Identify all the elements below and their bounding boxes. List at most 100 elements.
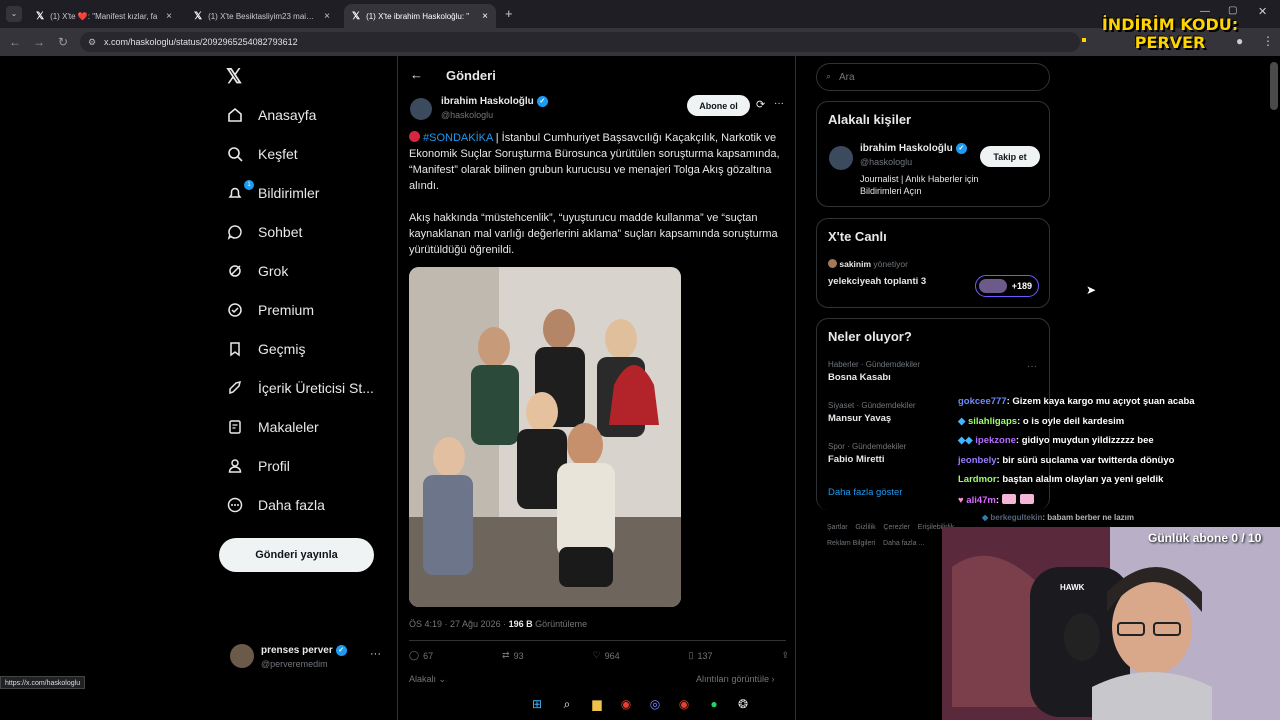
rocket-icon [226,379,244,397]
status-url: https://x.com/haskologlu [0,676,86,689]
chat-username: gokcee777 [958,396,1007,407]
reload-icon[interactable]: ↻ [52,35,74,49]
discount-code-overlay: İNDİRİM KODU: PERVER [1101,15,1239,52]
verified-icon: ✓ [536,96,548,107]
url-field[interactable]: ⚙ x.com/haskologlu/status/20929652540827… [80,32,1080,52]
spotify-icon[interactable]: ● [705,695,723,713]
share-button[interactable]: ⇪ [781,650,789,661]
grok-icon[interactable]: ⟳ [756,98,765,111]
bookmark-icon: ▯ [688,650,694,660]
nav-item-premium[interactable]: Premium [226,301,314,319]
live-card: X'te Canlı sakinim yönetiyor yelekciyeah… [816,218,1050,308]
more-circle-icon [226,496,244,514]
chair-logo: HAWK [1060,583,1085,592]
bookmark-button[interactable]: ▯ 137 [689,650,713,661]
search-input[interactable]: ⌕ Ara [816,63,1050,91]
windows-start-icon[interactable]: ⊞ [528,695,546,713]
avatar[interactable] [829,146,853,170]
related-dropdown[interactable]: Alakalı ⌄ [409,674,446,685]
post-actions: ◯ 67 ⇄ 93 ♡ 964 ▯ 137 ⇪ [409,650,789,661]
red-circle-icon [409,131,420,142]
footer-link-ads[interactable]: Reklam Bilgileri [827,540,875,547]
chrome-active-icon[interactable]: ◉ [675,695,693,713]
account-switcher[interactable]: prenses perver ✓ @perveremedim ··· [228,642,388,676]
hashtag-link[interactable]: #SONDAKİKA [423,132,493,144]
nav-item-profile[interactable]: Profil [226,457,290,475]
related-handle: @haskologlu [860,157,913,167]
nav-item-articles[interactable]: Makaleler [226,418,319,436]
menu-icon[interactable]: ⋮ [1262,34,1274,48]
tab-search-button[interactable]: ⌄ [6,6,22,22]
nav-item-more[interactable]: Daha fazla [226,496,325,514]
nav-item-bookmarks[interactable]: Geçmiş [226,340,305,358]
nav-item-notifications[interactable]: 1 Bildirimler [226,180,319,202]
follow-button[interactable]: Takip et [980,146,1040,167]
tab-2[interactable]: 𝕏 (1) X'te Besiktasliyim23 main sh × [186,4,338,28]
tab-3-active[interactable]: 𝕏 (1) X'te ibrahim Haskoloğlu: " × [344,4,496,28]
forward-icon[interactable]: → [28,35,50,49]
search-icon: ⌕ [826,71,832,81]
heart-icon: ♡ [592,650,601,660]
nav-item-explore[interactable]: Keşfet [226,145,298,163]
tab-1[interactable]: 𝕏 (1) X'te ❤️: "Manifest kızlar, fa × [28,4,180,28]
close-icon[interactable]: × [324,11,330,22]
author-handle[interactable]: @haskologlu [441,110,493,120]
live-listeners[interactable]: +189 [975,275,1039,297]
chat-username: silahligaps [967,415,1018,427]
nav-item-grok[interactable]: Grok [226,262,288,280]
footer-link-cookies[interactable]: Çerezler [883,524,909,531]
trend-item[interactable]: Spor · Gündemdekiler Fabio Miretti [828,442,906,465]
bell-icon: 1 [226,180,254,202]
post-photo[interactable] [409,267,681,607]
site-info-icon[interactable]: ⚙ [88,37,96,48]
nav-item-creator-studio[interactable]: İçerik Üreticisi St... [226,379,374,397]
back-icon[interactable]: ← [4,35,26,49]
person-icon [226,457,244,475]
badge-icon: ♥ [958,494,964,506]
close-icon[interactable]: × [166,11,172,22]
new-tab-button[interactable]: + [505,6,513,21]
more-dots-icon[interactable]: ··· [774,98,784,109]
repost-button[interactable]: ⇄ 93 [502,650,524,661]
chat-message: Lardmor: baştan alalım olayları ya yeni … [958,474,1164,485]
post-button[interactable]: Gönderi yayınla [219,538,374,572]
footer-link-privacy[interactable]: Gizlilik [855,524,875,531]
emote-icon [1001,493,1016,504]
more-dots-icon[interactable]: ··· [370,648,381,660]
repost-icon: ⇄ [502,650,510,660]
author-name-row[interactable]: ibrahim Haskoloğlu ✓ [441,96,548,107]
divider [409,640,786,641]
author-avatar[interactable] [410,98,432,120]
article-icon [226,418,244,436]
related-name-row[interactable]: ibrahim Haskoloğlu ✓ [860,143,967,154]
chat-message: ◆ silahligaps: o is oyle deil kardesim [958,415,1125,427]
emote-icon [1019,493,1034,504]
footer-link-terms[interactable]: Şartlar [827,524,848,531]
subscribe-button[interactable]: Abone ol [687,95,750,116]
scrollbar[interactable] [1270,62,1278,110]
taskbar-search-icon[interactable]: ⌕ [558,695,576,713]
app-icon[interactable]: ❂ [734,695,752,713]
file-explorer-icon[interactable]: ▆ [588,695,606,713]
view-quotes-link[interactable]: Alıntıları görüntüle › [696,674,775,684]
trend-item[interactable]: Siyaset · Gündemdekiler Mansur Yavaş [828,401,916,424]
show-more-link[interactable]: Daha fazla göster [828,487,902,498]
close-window-button[interactable]: ✕ [1258,5,1267,18]
tab-bar: ⌄ 𝕏 (1) X'te ❤️: "Manifest kızlar, fa × … [0,0,1280,28]
trend-item[interactable]: Haberler · Gündemdekiler Bosna Kasabı [828,360,920,383]
footer-link-more[interactable]: Daha fazla ... [883,540,924,547]
more-dots-icon[interactable]: ··· [1027,361,1037,372]
close-icon[interactable]: × [482,11,488,22]
back-arrow-icon[interactable]: ← [410,67,423,82]
chat-username: jeonbely [958,454,997,466]
chat-username: ali47m [966,494,996,506]
nav-item-home[interactable]: Anasayfa [226,106,316,124]
chat-message: ◆◆ ipekzone: gidiyo muydun yildizzzzz be… [958,435,1154,446]
discord-icon[interactable]: ◎ [646,695,664,713]
live-space-title[interactable]: yelekciyeah toplanti 3 [828,276,926,287]
reply-button[interactable]: ◯ 67 [409,650,433,661]
chrome-icon[interactable]: ◉ [617,695,635,713]
chat-icon [226,223,244,241]
like-button[interactable]: ♡ 964 [593,650,620,661]
nav-item-chat[interactable]: Sohbet [226,223,302,241]
